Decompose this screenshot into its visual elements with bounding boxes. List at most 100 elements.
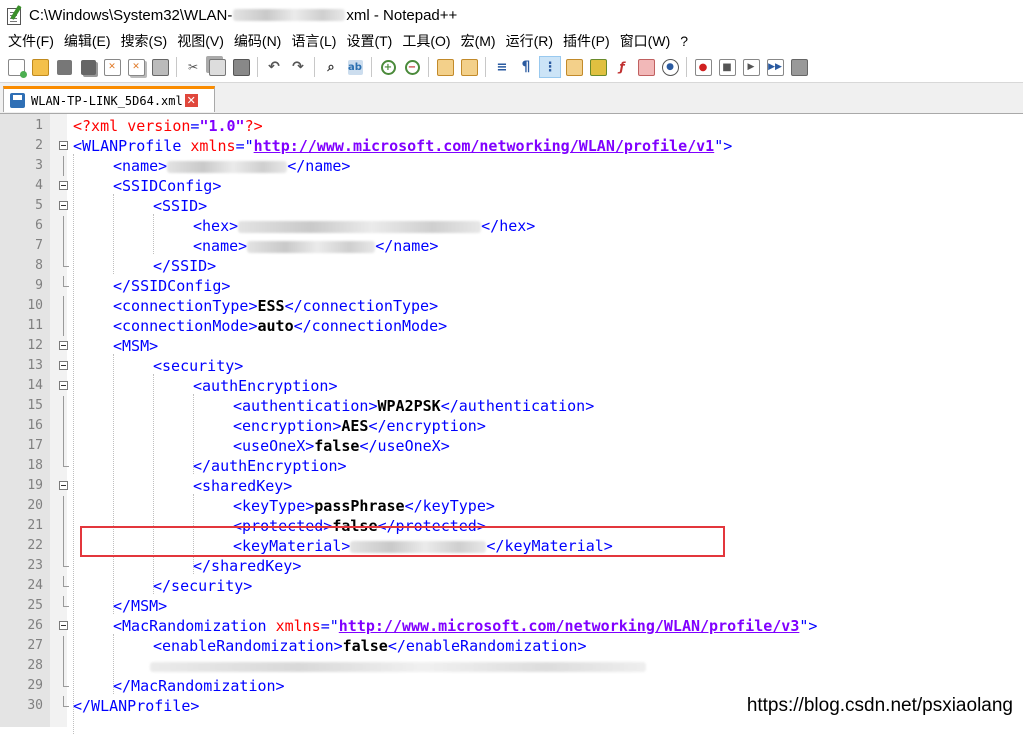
editor[interactable]: 1 <?xml version="1.0"?> 2 <WLANProfile x… [0, 114, 1023, 734]
fold-toggle[interactable] [59, 361, 68, 370]
code-line: 24 </security> [0, 576, 1023, 596]
menu-settings[interactable]: 设置(T) [342, 31, 398, 51]
scissors-icon: ✂ [187, 59, 199, 74]
fold-toggle[interactable] [59, 381, 68, 390]
code-text: <security> [153, 356, 243, 376]
run-macro-multiple-button[interactable]: ▶▶ [765, 57, 785, 77]
word-wrap-button[interactable]: ≡ [492, 57, 512, 77]
fold-toggle[interactable] [59, 141, 68, 150]
code-text: </WLANProfile> [73, 696, 199, 716]
code-text: <enableRandomization>false</enableRandom… [153, 636, 587, 656]
menu-help[interactable]: ? [676, 33, 694, 49]
indent-guide-button[interactable]: ⋮ [539, 56, 561, 78]
fold-toggle[interactable] [59, 341, 68, 350]
xml-tag: <sharedKey> [193, 477, 293, 495]
line-number: 26 [27, 618, 43, 633]
undo-button[interactable]: ↶ [264, 57, 284, 77]
fold-toggle[interactable] [59, 621, 68, 630]
menu-language[interactable]: 语言(L) [287, 31, 342, 51]
user-defined-language-button[interactable] [564, 57, 584, 77]
line-number: 14 [27, 378, 43, 393]
document-map-button[interactable] [588, 57, 608, 77]
xml-tag: </MacRandomization> [113, 677, 285, 695]
xml-tag: <encryption> [233, 417, 342, 435]
close-button[interactable]: ✕ [102, 57, 122, 77]
line-number: 23 [27, 558, 43, 573]
fold-toggle[interactable] [59, 181, 68, 190]
save-button[interactable] [54, 57, 74, 77]
copy-button[interactable] [207, 57, 227, 77]
title-bar: C:\Windows\System32\WLAN- xml - Notepad+… [0, 0, 1023, 30]
menu-edit[interactable]: 编辑(E) [60, 31, 117, 51]
redacted-region [150, 661, 646, 672]
toolbar-separator [314, 57, 315, 77]
save-all-button[interactable] [78, 57, 98, 77]
xml-tag: </authEncryption> [193, 457, 347, 475]
line-number: 7 [35, 238, 43, 253]
line-number: 4 [35, 178, 43, 193]
xml-tag: <connectionType> [113, 297, 258, 315]
fold-toggle[interactable] [59, 481, 68, 490]
function-list-button[interactable]: ƒ [612, 57, 632, 77]
xml-tag: </authentication> [440, 397, 595, 415]
zoom-in-button[interactable]: + [378, 57, 398, 77]
close-icon[interactable]: ✕ [184, 94, 198, 107]
fold-end-marker [63, 676, 69, 687]
new-file-button[interactable] [6, 57, 27, 78]
cut-button[interactable]: ✂ [183, 57, 203, 77]
fold-connector [63, 316, 64, 336]
code-line: 11 <connectionMode>auto</connectionMode> [0, 316, 1023, 336]
menu-window[interactable]: 窗口(W) [616, 31, 677, 51]
sync-horizontal-button[interactable] [459, 57, 479, 77]
xml-tag: <security> [153, 357, 244, 375]
replace-button[interactable]: ab [345, 57, 365, 77]
redo-button[interactable]: ↷ [288, 57, 308, 77]
menu-macro[interactable]: 宏(M) [457, 31, 502, 51]
window-title-suffix: xml - Notepad++ [346, 6, 458, 24]
show-all-chars-button[interactable]: ¶ [516, 57, 536, 77]
code-line: 5 <SSID> [0, 196, 1023, 216]
print-button[interactable] [150, 57, 170, 77]
find-button[interactable]: ⌕ [321, 57, 341, 77]
toolbar-separator [428, 57, 429, 77]
document-map-icon [589, 58, 607, 76]
menu-encoding[interactable]: 编码(N) [230, 31, 287, 51]
watermark: https://blog.csdn.net/psxiaolang [746, 695, 1013, 716]
menu-view[interactable]: 视图(V) [173, 31, 230, 51]
sync-vertical-button[interactable] [435, 57, 455, 77]
stop-recording-button[interactable]: ■ [717, 57, 737, 77]
play-macro-button[interactable]: ▶ [741, 57, 761, 77]
close-all-button[interactable]: ✕ [126, 57, 146, 77]
save-macro-button[interactable] [789, 57, 809, 77]
eye-icon: ● [661, 58, 679, 76]
xml-tag: <MacRandomization [113, 617, 276, 635]
zoom-out-button[interactable]: − [402, 57, 422, 77]
paste-button[interactable] [231, 57, 251, 77]
menu-plugins[interactable]: 插件(P) [559, 31, 616, 51]
fold-connector [63, 416, 64, 436]
close-all-icon: ✕ [127, 58, 145, 76]
menu-search[interactable]: 搜索(S) [117, 31, 174, 51]
xml-text: passPhrase [314, 497, 405, 515]
xml-operator: =" [320, 617, 339, 635]
fold-toggle[interactable] [59, 201, 68, 210]
namespace-url[interactable]: http://www.microsoft.com/networking/WLAN… [339, 617, 800, 635]
open-file-button[interactable] [30, 57, 50, 77]
xml-tag: <WLANProfile [73, 137, 191, 155]
menu-run[interactable]: 运行(R) [502, 31, 559, 51]
file-tab[interactable]: WLAN-TP-LINK_5D64.xml ✕ [3, 86, 215, 112]
line-number: 9 [35, 278, 43, 293]
menu-tools[interactable]: 工具(O) [398, 31, 456, 51]
fold-connector [63, 636, 64, 656]
xml-tag: </WLANProfile> [73, 697, 200, 715]
folder-workspace-icon [637, 58, 655, 76]
line-number: 29 [27, 678, 43, 693]
fold-connector [63, 396, 64, 416]
namespace-url[interactable]: http://www.microsoft.com/networking/WLAN… [254, 137, 715, 155]
menu-file[interactable]: 文件(F) [4, 31, 60, 51]
code-text [150, 656, 646, 676]
record-macro-button[interactable]: ● [693, 57, 713, 77]
folder-workspace-button[interactable] [636, 57, 656, 77]
monitoring-button[interactable]: ● [660, 57, 680, 77]
code-line: 17 <useOneX>false</useOneX> [0, 436, 1023, 456]
